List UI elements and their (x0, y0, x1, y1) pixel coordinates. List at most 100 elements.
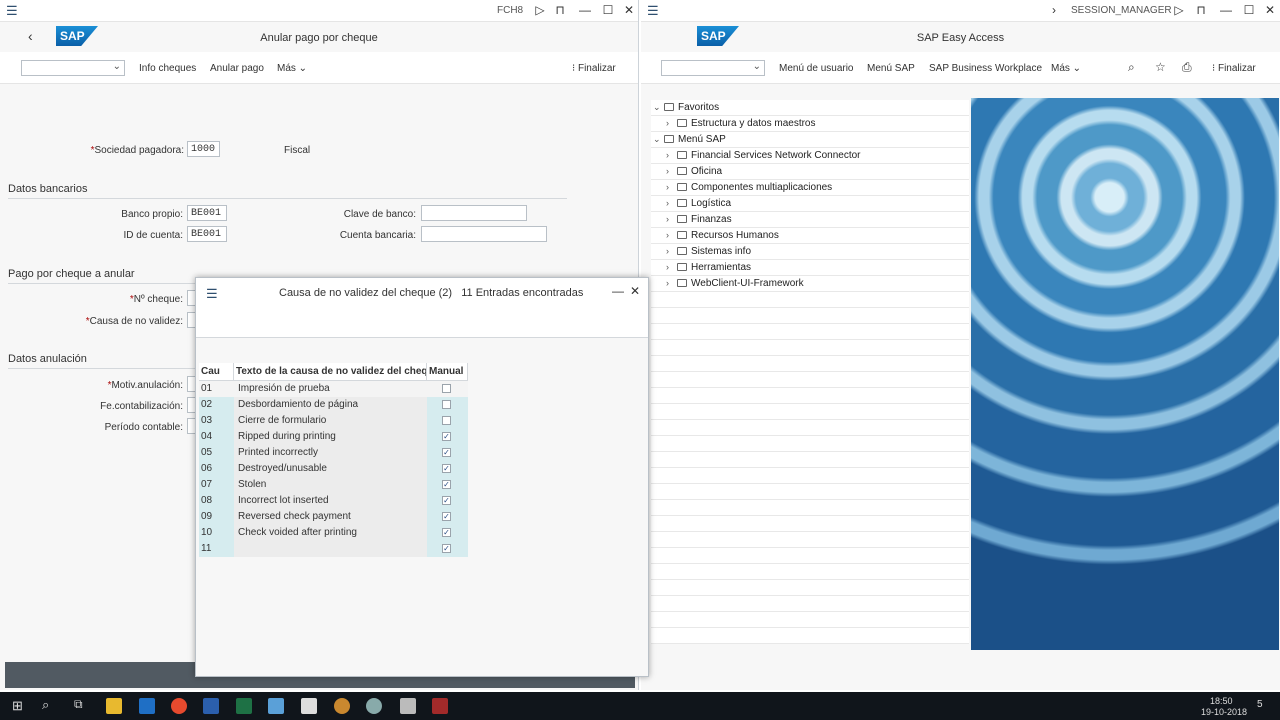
tree-item[interactable]: › Herramientas (651, 260, 969, 276)
tree-item[interactable]: › Sistemas info (651, 244, 969, 260)
chevron-right-icon[interactable]: › (1047, 3, 1061, 17)
table-row[interactable]: 05 Printed incorrectly ✓ (199, 445, 468, 461)
chevron-right-icon[interactable]: › (666, 166, 669, 176)
manual-checkbox[interactable]: ✓ (442, 464, 451, 473)
info-cheques-button[interactable]: Info cheques (139, 63, 196, 74)
table-row[interactable]: 07 Stolen ✓ (199, 477, 468, 493)
tree-item[interactable]: › Finanzas (651, 212, 969, 228)
chevron-right-icon[interactable]: › (666, 230, 669, 240)
minimize-icon[interactable]: — (1219, 3, 1233, 17)
column-header-manual[interactable]: Manual (427, 362, 468, 381)
manual-checkbox[interactable] (442, 400, 451, 409)
manual-checkbox[interactable] (442, 384, 451, 393)
table-row[interactable]: 11 ✓ (199, 541, 468, 557)
task-view-icon[interactable]: ⧉ (74, 697, 83, 712)
chevron-down-icon[interactable]: ⌄ (653, 102, 661, 113)
excel-icon[interactable] (236, 698, 252, 714)
close-icon[interactable]: ✕ (630, 284, 640, 298)
id-cuenta-input[interactable]: BE001 (187, 226, 227, 242)
table-row[interactable]: 08 Incorrect lot inserted ✓ (199, 493, 468, 509)
manual-checkbox[interactable]: ✓ (442, 432, 451, 441)
manual-checkbox[interactable]: ✓ (442, 496, 451, 505)
chevron-right-icon[interactable]: › (666, 182, 669, 192)
windows-start-icon[interactable]: ⊞ (12, 698, 23, 714)
tree-item[interactable]: ⌄ Menú SAP (651, 132, 969, 148)
manual-checkbox[interactable] (442, 416, 451, 425)
mas-button[interactable]: Más ⌄ (1051, 63, 1081, 74)
menu-icon[interactable]: ☰ (647, 4, 659, 17)
sociedad-input[interactable]: 1000 (187, 141, 220, 157)
edge-icon[interactable] (139, 698, 155, 714)
tree-item[interactable]: › Estructura y datos maestros (651, 116, 969, 132)
chevron-right-icon[interactable]: › (666, 198, 669, 208)
chevron-right-icon[interactable]: › (666, 278, 669, 288)
table-row[interactable]: 06 Destroyed/unusable ✓ (199, 461, 468, 477)
close-icon[interactable]: ✕ (1263, 3, 1277, 17)
play-icon[interactable]: ▷ (533, 3, 547, 17)
chevron-right-icon[interactable]: › (666, 118, 669, 128)
menu-icon[interactable]: ☰ (6, 4, 18, 17)
chevron-right-icon[interactable]: › (666, 246, 669, 256)
add-favorite-icon[interactable]: ☆ (1155, 60, 1166, 74)
manual-checkbox[interactable]: ✓ (442, 480, 451, 489)
lock-icon[interactable]: ⊓ (1194, 3, 1208, 17)
tree-item[interactable]: › Financial Services Network Connector (651, 148, 969, 164)
chevron-right-icon[interactable]: › (666, 262, 669, 272)
close-icon[interactable]: ✕ (622, 3, 636, 17)
manual-checkbox[interactable]: ✓ (442, 528, 451, 537)
banco-propio-input[interactable]: BE001 (187, 205, 227, 221)
menu-sap-button[interactable]: Menú SAP (867, 63, 915, 74)
chevron-down-icon[interactable]: ⌄ (653, 134, 661, 145)
clock-time[interactable]: 18:50 (1210, 696, 1233, 706)
app-icon-2[interactable] (366, 698, 382, 714)
menu-icon[interactable]: ☰ (206, 286, 218, 302)
recorder-icon[interactable] (432, 698, 448, 714)
file-explorer-icon[interactable] (106, 698, 122, 714)
notification-count[interactable]: 5 (1257, 699, 1263, 710)
minimize-icon[interactable]: — (612, 284, 624, 298)
workplace-button[interactable]: SAP Business Workplace (929, 63, 1042, 74)
chevron-right-icon[interactable]: › (666, 150, 669, 160)
column-header-code[interactable]: Cau (199, 362, 234, 381)
app-icon[interactable] (334, 698, 350, 714)
clock-date[interactable]: 19-10-2018 (1201, 707, 1247, 717)
minimize-icon[interactable]: — (578, 3, 592, 17)
tree-item[interactable]: › Componentes multiaplicaciones (651, 180, 969, 196)
column-header-text[interactable]: Texto de la causa de no validez del cheq (234, 362, 427, 381)
chevron-right-icon[interactable]: › (666, 214, 669, 224)
table-row[interactable]: 02 Desbordamiento de página (199, 397, 468, 413)
maximize-icon[interactable]: ☐ (601, 3, 615, 17)
menu-usuario-button[interactable]: Menú de usuario (779, 63, 854, 74)
command-combo[interactable]: ⌄ (661, 60, 765, 76)
clave-banco-input[interactable] (421, 205, 527, 221)
finalizar-button[interactable]: ⁝ Finalizar (1212, 63, 1256, 74)
table-row[interactable]: 04 Ripped during printing ✓ (199, 429, 468, 445)
cuenta-bancaria-input[interactable] (421, 226, 547, 242)
finalizar-button[interactable]: ⁝ Finalizar (572, 63, 616, 74)
tree-item[interactable]: › WebClient-UI-Framework (651, 276, 969, 292)
print-icon[interactable]: ⎙ (1182, 60, 1192, 75)
tree-item[interactable]: ⌄ Favoritos (651, 100, 969, 116)
manual-checkbox[interactable]: ✓ (442, 448, 451, 457)
command-combo[interactable]: ⌄ (21, 60, 125, 76)
sap-logon-icon[interactable] (268, 698, 284, 714)
anular-pago-button[interactable]: Anular pago (210, 63, 264, 74)
table-row[interactable]: 09 Reversed check payment ✓ (199, 509, 468, 525)
search-icon[interactable]: ⌕ (42, 697, 49, 713)
tree-item[interactable]: › Oficina (651, 164, 969, 180)
search-icon[interactable]: ⌕ (1128, 60, 1135, 75)
manual-checkbox[interactable]: ✓ (442, 544, 451, 553)
chrome-icon[interactable] (171, 698, 187, 714)
maximize-icon[interactable]: ☐ (1242, 3, 1256, 17)
mas-button[interactable]: Más ⌄ (277, 63, 307, 74)
tree-item[interactable]: › Recursos Humanos (651, 228, 969, 244)
table-row[interactable]: 03 Cierre de formulario (199, 413, 468, 429)
tree-item[interactable]: › Logística (651, 196, 969, 212)
app-icon-3[interactable] (400, 698, 416, 714)
table-row[interactable]: 10 Check voided after printing ✓ (199, 525, 468, 541)
manual-checkbox[interactable]: ✓ (442, 512, 451, 521)
play-icon[interactable]: ▷ (1172, 3, 1186, 17)
lock-icon[interactable]: ⊓ (553, 3, 567, 17)
mail-icon[interactable] (301, 698, 317, 714)
word-icon[interactable] (203, 698, 219, 714)
